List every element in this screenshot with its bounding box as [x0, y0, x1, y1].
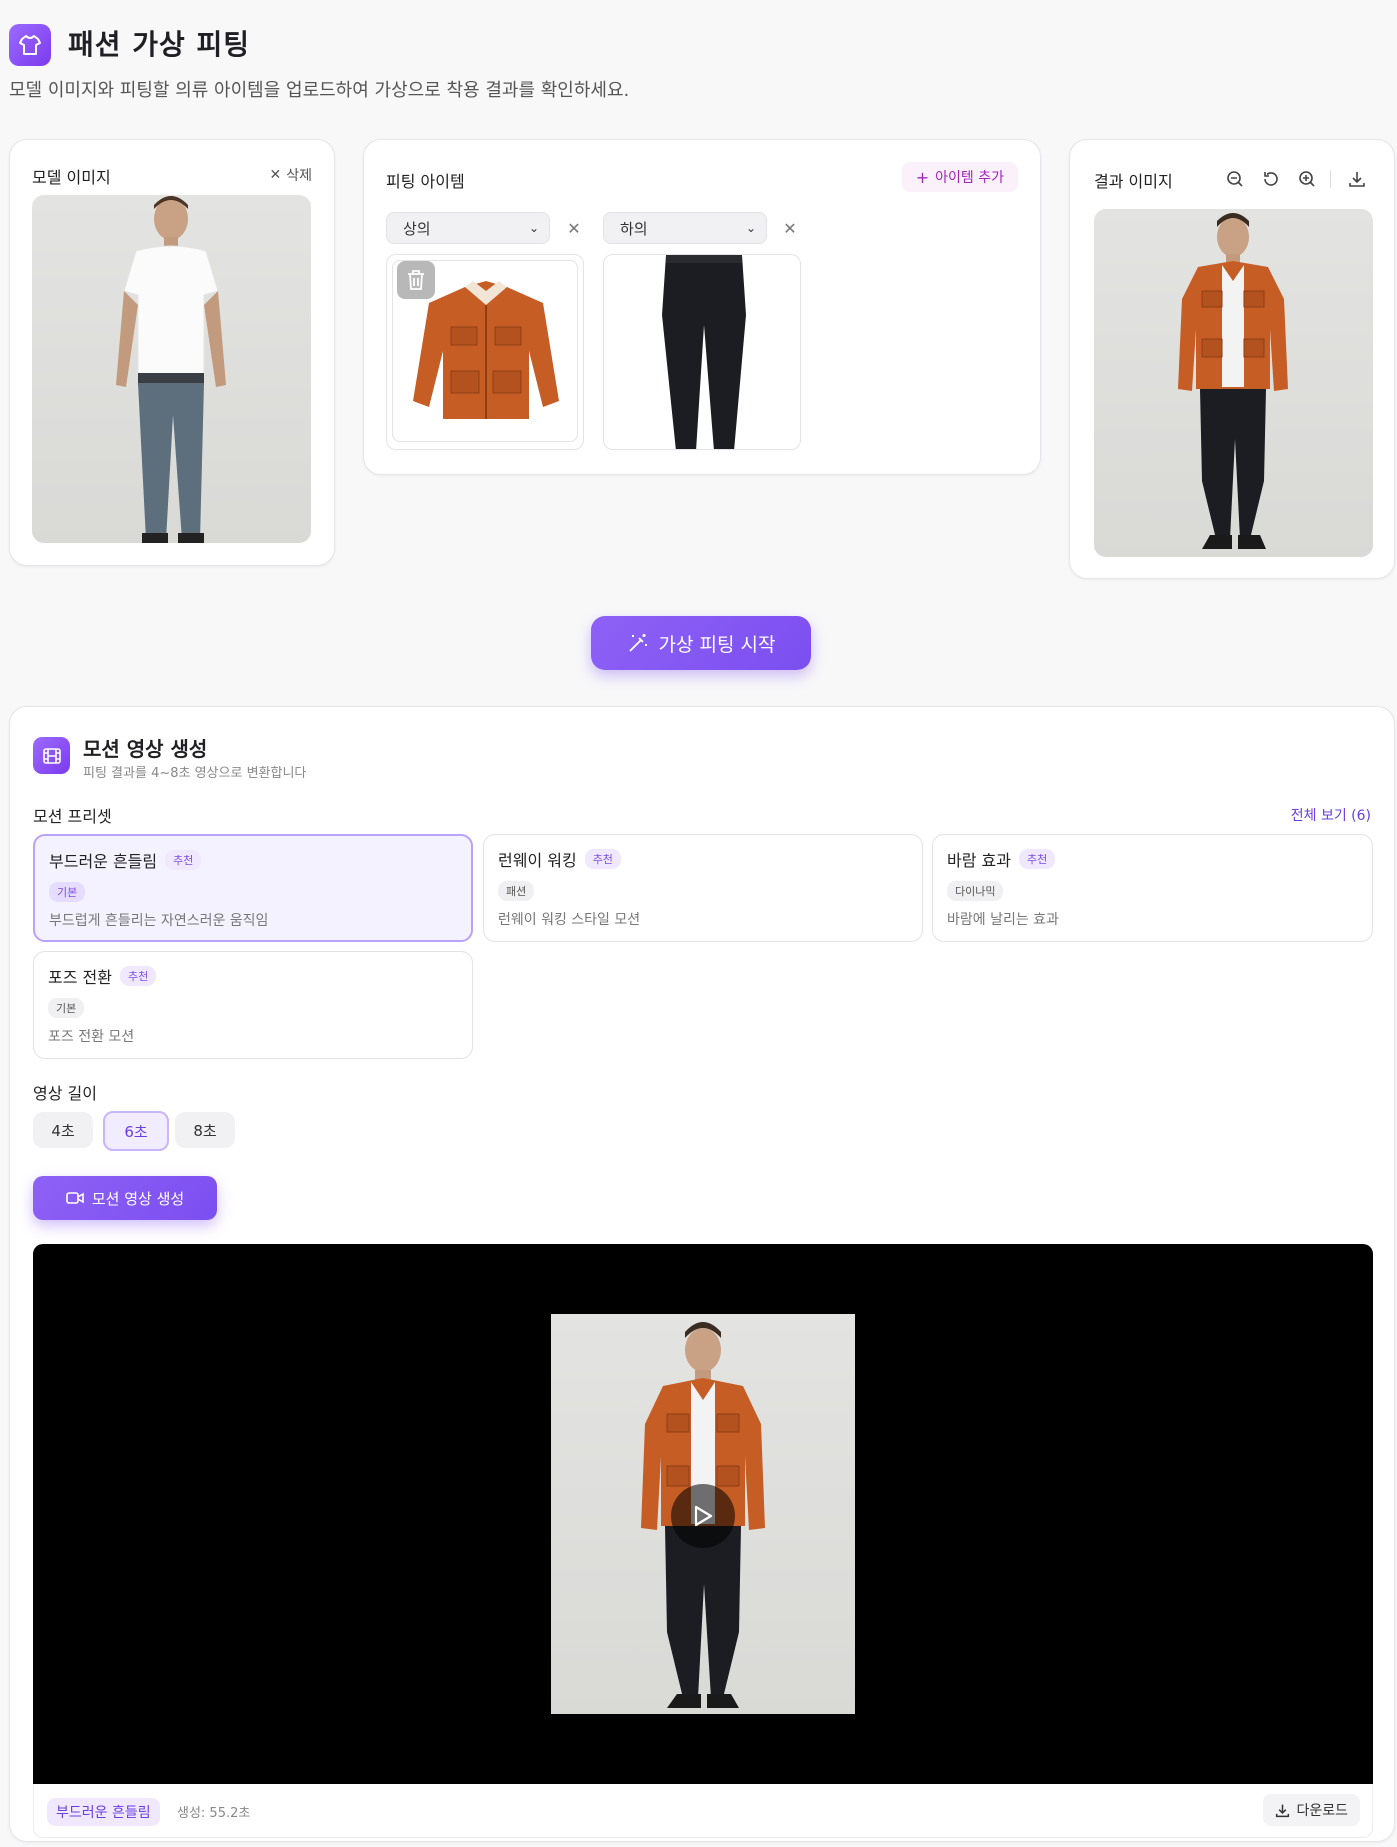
recommended-badge: 추천 — [584, 849, 621, 869]
start-fitting-button[interactable]: 가상 피팅 시작 — [591, 616, 811, 670]
delete-item-icon[interactable] — [397, 261, 435, 299]
magic-wand-icon — [628, 634, 647, 652]
preset-desc: 런웨이 워킹 스타일 모션 — [498, 912, 641, 928]
video-preset-tag: 부드러운 흔들림 — [47, 1798, 160, 1826]
model-image-card: 모델 이미지 ✕ 삭제 — [9, 139, 335, 566]
item-category-select-top[interactable]: 상의 ⌄ — [386, 212, 550, 244]
play-icon — [694, 1505, 713, 1527]
preset-desc: 바람에 날리는 효과 — [947, 912, 1059, 928]
start-fitting-label: 가상 피팅 시작 — [658, 633, 776, 656]
generate-motion-label: 모션 영상 생성 — [91, 1189, 185, 1208]
result-photo — [1094, 209, 1373, 557]
reset-zoom-icon[interactable] — [1260, 168, 1282, 190]
play-button[interactable] — [671, 1484, 735, 1548]
chevron-down-icon: ⌄ — [528, 221, 539, 235]
motion-title: 모션 영상 생성 — [83, 737, 208, 761]
preset-name: 런웨이 워킹 — [498, 851, 577, 870]
close-icon: ✕ — [269, 167, 282, 183]
video-footer: 부드러운 흔들림 생성: 55.2초 다운로드 — [33, 1784, 1373, 1838]
duration-4s-button[interactable]: 4초 — [33, 1112, 93, 1148]
recommended-badge: 추천 — [119, 966, 157, 986]
preset-name: 부드러운 흔들림 — [49, 852, 158, 871]
category-badge: 기본 — [48, 998, 85, 1018]
motion-subtitle: 피팅 결과를 4~8초 영상으로 변환합니다 — [83, 766, 307, 781]
close-icon: ✕ — [783, 218, 797, 238]
fitting-items-title: 피팅 아이템 — [386, 172, 465, 191]
model-delete-button[interactable]: ✕ 삭제 — [270, 165, 313, 185]
presets-label: 모션 프리셋 — [33, 807, 112, 826]
plus-icon: + — [915, 167, 930, 187]
result-image-card: 결과 이미지 — [1069, 139, 1395, 579]
preset-desc: 부드럽게 흔들리는 자연스러운 움직임 — [49, 913, 269, 929]
preset-desc: 포즈 전환 모션 — [48, 1029, 135, 1045]
item-category-value: 하의 — [620, 219, 648, 238]
download-icon — [1276, 1804, 1290, 1817]
recommended-badge: 추천 — [165, 850, 202, 870]
preset-card-pose-change[interactable]: 포즈 전환 추천 기본 포즈 전환 모션 — [33, 951, 473, 1059]
zoom-out-icon[interactable] — [1224, 168, 1246, 190]
preset-card-wind[interactable]: 바람 효과 추천 다이나믹 바람에 날리는 효과 — [932, 834, 1373, 942]
model-photo — [32, 195, 311, 543]
model-delete-label: 삭제 — [286, 168, 312, 184]
duration-label: 영상 길이 — [33, 1084, 97, 1103]
app-logo-icon — [9, 24, 51, 66]
fitting-items-card: 피팅 아이템 + 아이템 추가 상의 ⌄ ✕ 하의 ⌄ ✕ — [363, 139, 1041, 475]
add-item-button[interactable]: + 아이템 추가 — [901, 162, 1018, 192]
duration-8s-button[interactable]: 8초 — [175, 1112, 235, 1148]
category-badge: 다이나믹 — [947, 881, 1004, 901]
duration-6s-button[interactable]: 6초 — [103, 1111, 169, 1151]
preset-name: 바람 효과 — [947, 851, 1011, 870]
preset-card-gentle-sway[interactable]: 부드러운 흔들림 추천 기본 부드럽게 흔들리는 자연스러운 움직임 — [33, 834, 473, 942]
video-camera-icon — [66, 1192, 84, 1204]
generate-motion-button[interactable]: 모션 영상 생성 — [33, 1176, 217, 1220]
item-tile-top[interactable] — [386, 254, 584, 450]
preset-card-runway[interactable]: 런웨이 워킹 추천 패션 런웨이 워킹 스타일 모션 — [483, 834, 923, 942]
view-all-link[interactable]: 전체 보기 (6) — [1291, 805, 1371, 825]
download-icon[interactable] — [1346, 168, 1368, 190]
preset-name: 포즈 전환 — [48, 968, 112, 987]
page-title: 패션 가상 피팅 — [68, 28, 251, 61]
video-download-label: 다운로드 — [1296, 1803, 1348, 1819]
recommended-badge: 추천 — [1018, 849, 1056, 869]
result-image-title: 결과 이미지 — [1094, 172, 1173, 191]
zoom-in-icon[interactable] — [1296, 168, 1318, 190]
page-subtitle: 모델 이미지와 피팅할 의류 아이템을 업로드하여 가상으로 착용 결과를 확인… — [9, 80, 630, 101]
item-category-select-bottom[interactable]: 하의 ⌄ — [603, 212, 767, 244]
video-player[interactable] — [33, 1244, 1373, 1784]
film-icon — [33, 737, 70, 774]
category-badge: 패션 — [498, 881, 535, 901]
add-item-label: 아이템 추가 — [935, 170, 1004, 186]
motion-video-card: 모션 영상 생성 피팅 결과를 4~8초 영상으로 변환합니다 모션 프리셋 전… — [9, 706, 1395, 1842]
chevron-down-icon: ⌄ — [745, 221, 756, 235]
video-download-button[interactable]: 다운로드 — [1263, 1794, 1360, 1826]
remove-item-bottom-button[interactable]: ✕ — [779, 217, 801, 239]
model-image-title: 모델 이미지 — [32, 168, 111, 187]
category-badge: 기본 — [49, 882, 86, 902]
close-icon: ✕ — [567, 218, 581, 238]
item-tile-bottom[interactable] — [603, 254, 801, 450]
item-category-value: 상의 — [403, 219, 431, 238]
video-gen-time: 생성: 55.2초 — [177, 1806, 251, 1821]
toolbar-divider — [1330, 170, 1331, 188]
remove-item-top-button[interactable]: ✕ — [563, 217, 585, 239]
